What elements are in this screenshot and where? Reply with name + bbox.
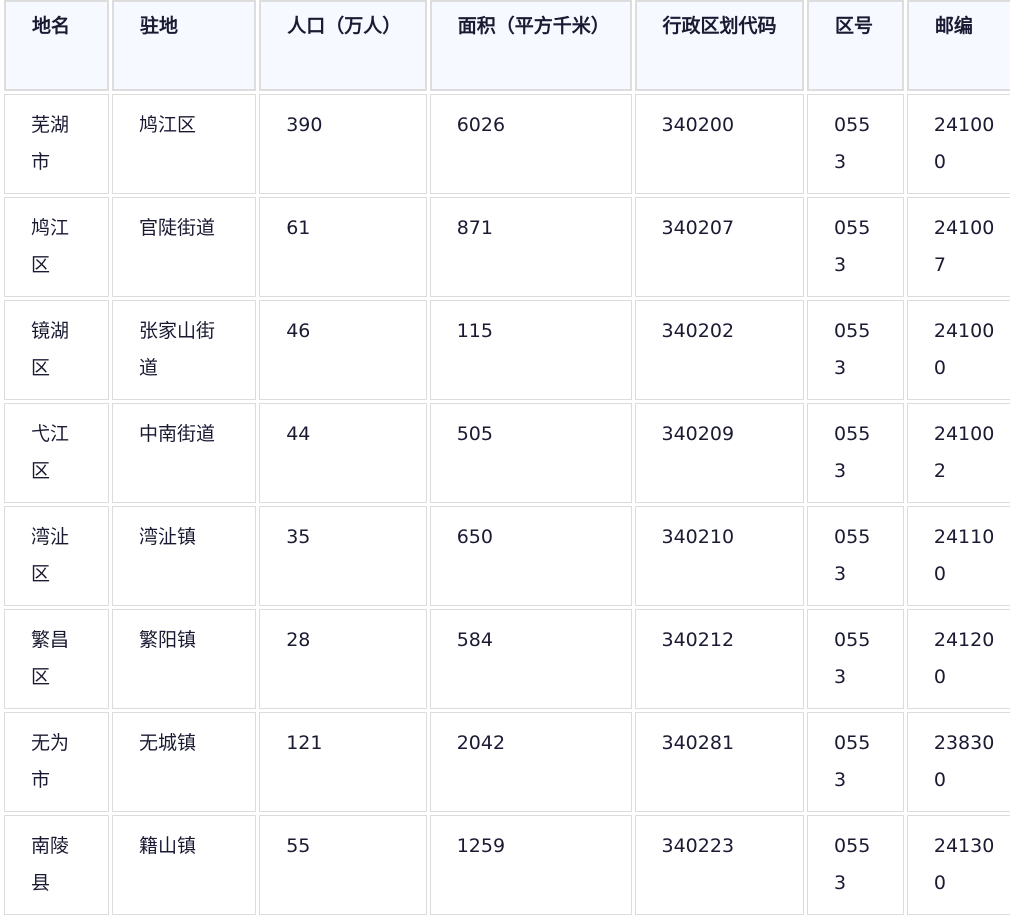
cell-population: 28 (259, 609, 427, 709)
cell-population: 61 (259, 197, 427, 297)
cell-division-code: 340207 (634, 197, 805, 297)
cell-area: 115 (429, 300, 632, 400)
cell-population: 55 (259, 815, 427, 915)
cell-place-name: 南陵县 (4, 815, 109, 915)
cell-area-code: 0553 (807, 300, 904, 400)
cell-postcode: 241002 (906, 403, 1010, 503)
header-seat: 驻地 (111, 0, 257, 91)
cell-seat: 无城镇 (111, 712, 257, 812)
cell-seat: 繁阳镇 (111, 609, 257, 709)
cell-place-name: 湾沚区 (4, 506, 109, 606)
cell-division-code: 340212 (634, 609, 805, 709)
cell-division-code: 340209 (634, 403, 805, 503)
cell-postcode: 241200 (906, 609, 1010, 709)
cell-area: 6026 (429, 94, 632, 194)
cell-postcode: 241000 (906, 300, 1010, 400)
cell-area: 505 (429, 403, 632, 503)
cell-area-code: 0553 (807, 712, 904, 812)
cell-postcode: 241000 (906, 94, 1010, 194)
table-row: 芜湖市 鸠江区 390 6026 340200 0553 241000 (4, 94, 1010, 194)
cell-seat: 湾沚镇 (111, 506, 257, 606)
cell-place-name: 镜湖区 (4, 300, 109, 400)
cell-area: 871 (429, 197, 632, 297)
cell-area: 584 (429, 609, 632, 709)
cell-postcode: 241300 (906, 815, 1010, 915)
table-row: 鸠江区 官陡街道 61 871 340207 0553 241007 (4, 197, 1010, 297)
region-table: 地名 驻地 人口（万人） 面积（平方千米） 行政区划代码 区号 邮编 芜湖市 鸠江… (1, 0, 1010, 918)
cell-population: 44 (259, 403, 427, 503)
cell-area: 2042 (429, 712, 632, 812)
cell-area-code: 0553 (807, 403, 904, 503)
cell-place-name: 鸠江区 (4, 197, 109, 297)
header-division-code: 行政区划代码 (634, 0, 805, 91)
cell-population: 121 (259, 712, 427, 812)
cell-population: 46 (259, 300, 427, 400)
cell-area-code: 0553 (807, 94, 904, 194)
table-row: 繁昌区 繁阳镇 28 584 340212 0553 241200 (4, 609, 1010, 709)
table-row: 南陵县 籍山镇 55 1259 340223 0553 241300 (4, 815, 1010, 915)
cell-division-code: 340202 (634, 300, 805, 400)
cell-area-code: 0553 (807, 506, 904, 606)
header-area: 面积（平方千米） (429, 0, 632, 91)
cell-place-name: 芜湖市 (4, 94, 109, 194)
cell-postcode: 241007 (906, 197, 1010, 297)
cell-population: 390 (259, 94, 427, 194)
cell-area-code: 0553 (807, 815, 904, 915)
cell-place-name: 无为市 (4, 712, 109, 812)
cell-seat: 籍山镇 (111, 815, 257, 915)
table-row: 湾沚区 湾沚镇 35 650 340210 0553 241100 (4, 506, 1010, 606)
page: 地名 驻地 人口（万人） 面积（平方千米） 行政区划代码 区号 邮编 芜湖市 鸠江… (0, 0, 1010, 922)
cell-area-code: 0553 (807, 609, 904, 709)
header-postcode: 邮编 (906, 0, 1010, 91)
header-population: 人口（万人） (259, 0, 427, 91)
cell-seat: 中南街道 (111, 403, 257, 503)
cell-postcode: 238300 (906, 712, 1010, 812)
cell-postcode: 241100 (906, 506, 1010, 606)
cell-seat: 张家山街道 (111, 300, 257, 400)
cell-place-name: 弋江区 (4, 403, 109, 503)
cell-seat: 鸠江区 (111, 94, 257, 194)
cell-division-code: 340223 (634, 815, 805, 915)
table-row: 弋江区 中南街道 44 505 340209 0553 241002 (4, 403, 1010, 503)
header-row: 地名 驻地 人口（万人） 面积（平方千米） 行政区划代码 区号 邮编 (4, 0, 1010, 91)
cell-place-name: 繁昌区 (4, 609, 109, 709)
cell-population: 35 (259, 506, 427, 606)
cell-area: 1259 (429, 815, 632, 915)
cell-seat: 官陡街道 (111, 197, 257, 297)
cell-area-code: 0553 (807, 197, 904, 297)
cell-division-code: 340200 (634, 94, 805, 194)
table-row: 无为市 无城镇 121 2042 340281 0553 238300 (4, 712, 1010, 812)
cell-area: 650 (429, 506, 632, 606)
table-row: 镜湖区 张家山街道 46 115 340202 0553 241000 (4, 300, 1010, 400)
header-place-name: 地名 (4, 0, 109, 91)
cell-division-code: 340210 (634, 506, 805, 606)
header-area-code: 区号 (807, 0, 904, 91)
cell-division-code: 340281 (634, 712, 805, 812)
